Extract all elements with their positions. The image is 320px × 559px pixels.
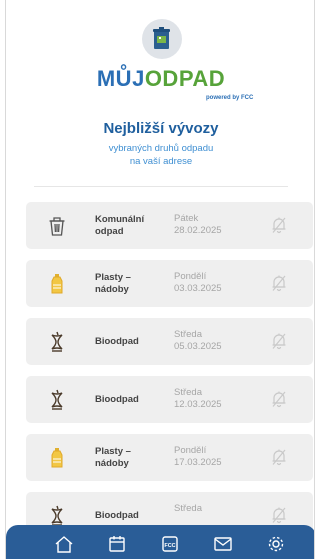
waste-type-line-1: Plasty – (95, 272, 131, 283)
pickup-day: Středa (174, 329, 202, 340)
pickup-row[interactable]: Bioodpad Středa 12.03.2025 (26, 376, 313, 423)
powered-by: powered by FCC (206, 95, 254, 101)
trash-bin-icon (46, 214, 68, 238)
pickup-day: Pátek (174, 213, 199, 224)
waste-type: Plasty – nádoby (95, 446, 165, 470)
logo-badge (142, 19, 182, 59)
brand-moj: MŮJ (96, 66, 145, 91)
app-screen: MŮJODPAD powered by FCC Nejbližší vývozy… (5, 0, 315, 559)
waste-type-line-1: Bioodpad (95, 510, 139, 521)
pickup-row[interactable]: Komunální odpad Pátek 28.02.2025 (26, 202, 313, 249)
pickup-date-value: 03.03.2025 (174, 283, 222, 294)
plastic-bottle-icon (46, 272, 68, 296)
divider (34, 186, 288, 187)
plastic-bottle-icon (46, 446, 68, 470)
waste-type-line-1: Plasty – (95, 446, 131, 457)
pickup-date: Pondělí 17.03.2025 (174, 445, 222, 469)
waste-type: Plasty – nádoby (95, 272, 165, 296)
fcc-icon[interactable]: FCC (159, 533, 181, 555)
settings-icon[interactable] (265, 533, 287, 555)
calendar-icon[interactable] (106, 533, 128, 555)
reminder-bell-icon[interactable] (271, 332, 287, 355)
pickup-list: Komunální odpad Pátek 28.02.2025 Plasty … (26, 202, 313, 550)
pickup-date: Středa (174, 503, 202, 515)
pickup-row[interactable]: Plasty – nádoby Pondělí 17.03.2025 (26, 434, 313, 481)
waste-type-line-2: odpad (95, 226, 124, 237)
brand-odpad: ODPAD (144, 66, 226, 91)
pickup-date-value: 28.02.2025 (174, 225, 222, 236)
bottom-navbar: FCC (6, 525, 314, 559)
subtitle-line-2: na vaší adrese (129, 156, 193, 167)
home-icon[interactable] (53, 533, 75, 555)
waste-type: Bioodpad (95, 394, 165, 406)
pickup-row[interactable]: Bioodpad Středa 05.03.2025 (26, 318, 313, 365)
waste-type: Komunální odpad (95, 214, 165, 238)
apple-core-icon (46, 388, 68, 412)
pickup-day: Středa (174, 387, 202, 398)
pickup-day: Pondělí (174, 445, 207, 456)
waste-bin-logo-icon (153, 27, 170, 49)
waste-type-line-2: nádoby (95, 284, 129, 295)
brand-logo: MŮJODPAD (6, 66, 314, 92)
waste-type-line-1: Bioodpad (95, 394, 139, 405)
pickup-date: Pátek 28.02.2025 (174, 213, 222, 237)
reminder-bell-icon[interactable] (271, 274, 287, 297)
page-title: Nejbližší vývozy (103, 120, 219, 137)
waste-type: Bioodpad (95, 510, 165, 522)
waste-type: Bioodpad (95, 336, 165, 348)
waste-type-line-2: nádoby (95, 458, 129, 469)
reminder-bell-icon[interactable] (271, 390, 287, 413)
waste-type-line-1: Komunální (95, 214, 145, 225)
pickup-date: Středa 05.03.2025 (174, 329, 222, 353)
pickup-day: Středa (174, 503, 202, 514)
reminder-bell-icon[interactable] (271, 448, 287, 471)
pickup-date-value: 05.03.2025 (174, 341, 222, 352)
pickup-day: Pondělí (174, 271, 207, 282)
reminder-bell-icon[interactable] (271, 216, 287, 239)
pickup-date: Středa 12.03.2025 (174, 387, 222, 411)
apple-core-icon (46, 330, 68, 354)
waste-type-line-1: Bioodpad (95, 336, 139, 347)
mail-icon[interactable] (212, 533, 234, 555)
fcc-label: FCC (164, 543, 175, 549)
pickup-date-value: 17.03.2025 (174, 457, 222, 468)
page-subtitle: vybraných druhů odpadu na vaší adrese (6, 142, 314, 168)
pickup-date-value: 12.03.2025 (174, 399, 222, 410)
pickup-row[interactable]: Plasty – nádoby Pondělí 03.03.2025 (26, 260, 313, 307)
pickup-date: Pondělí 03.03.2025 (174, 271, 222, 295)
subtitle-line-1: vybraných druhů odpadu (108, 143, 214, 154)
